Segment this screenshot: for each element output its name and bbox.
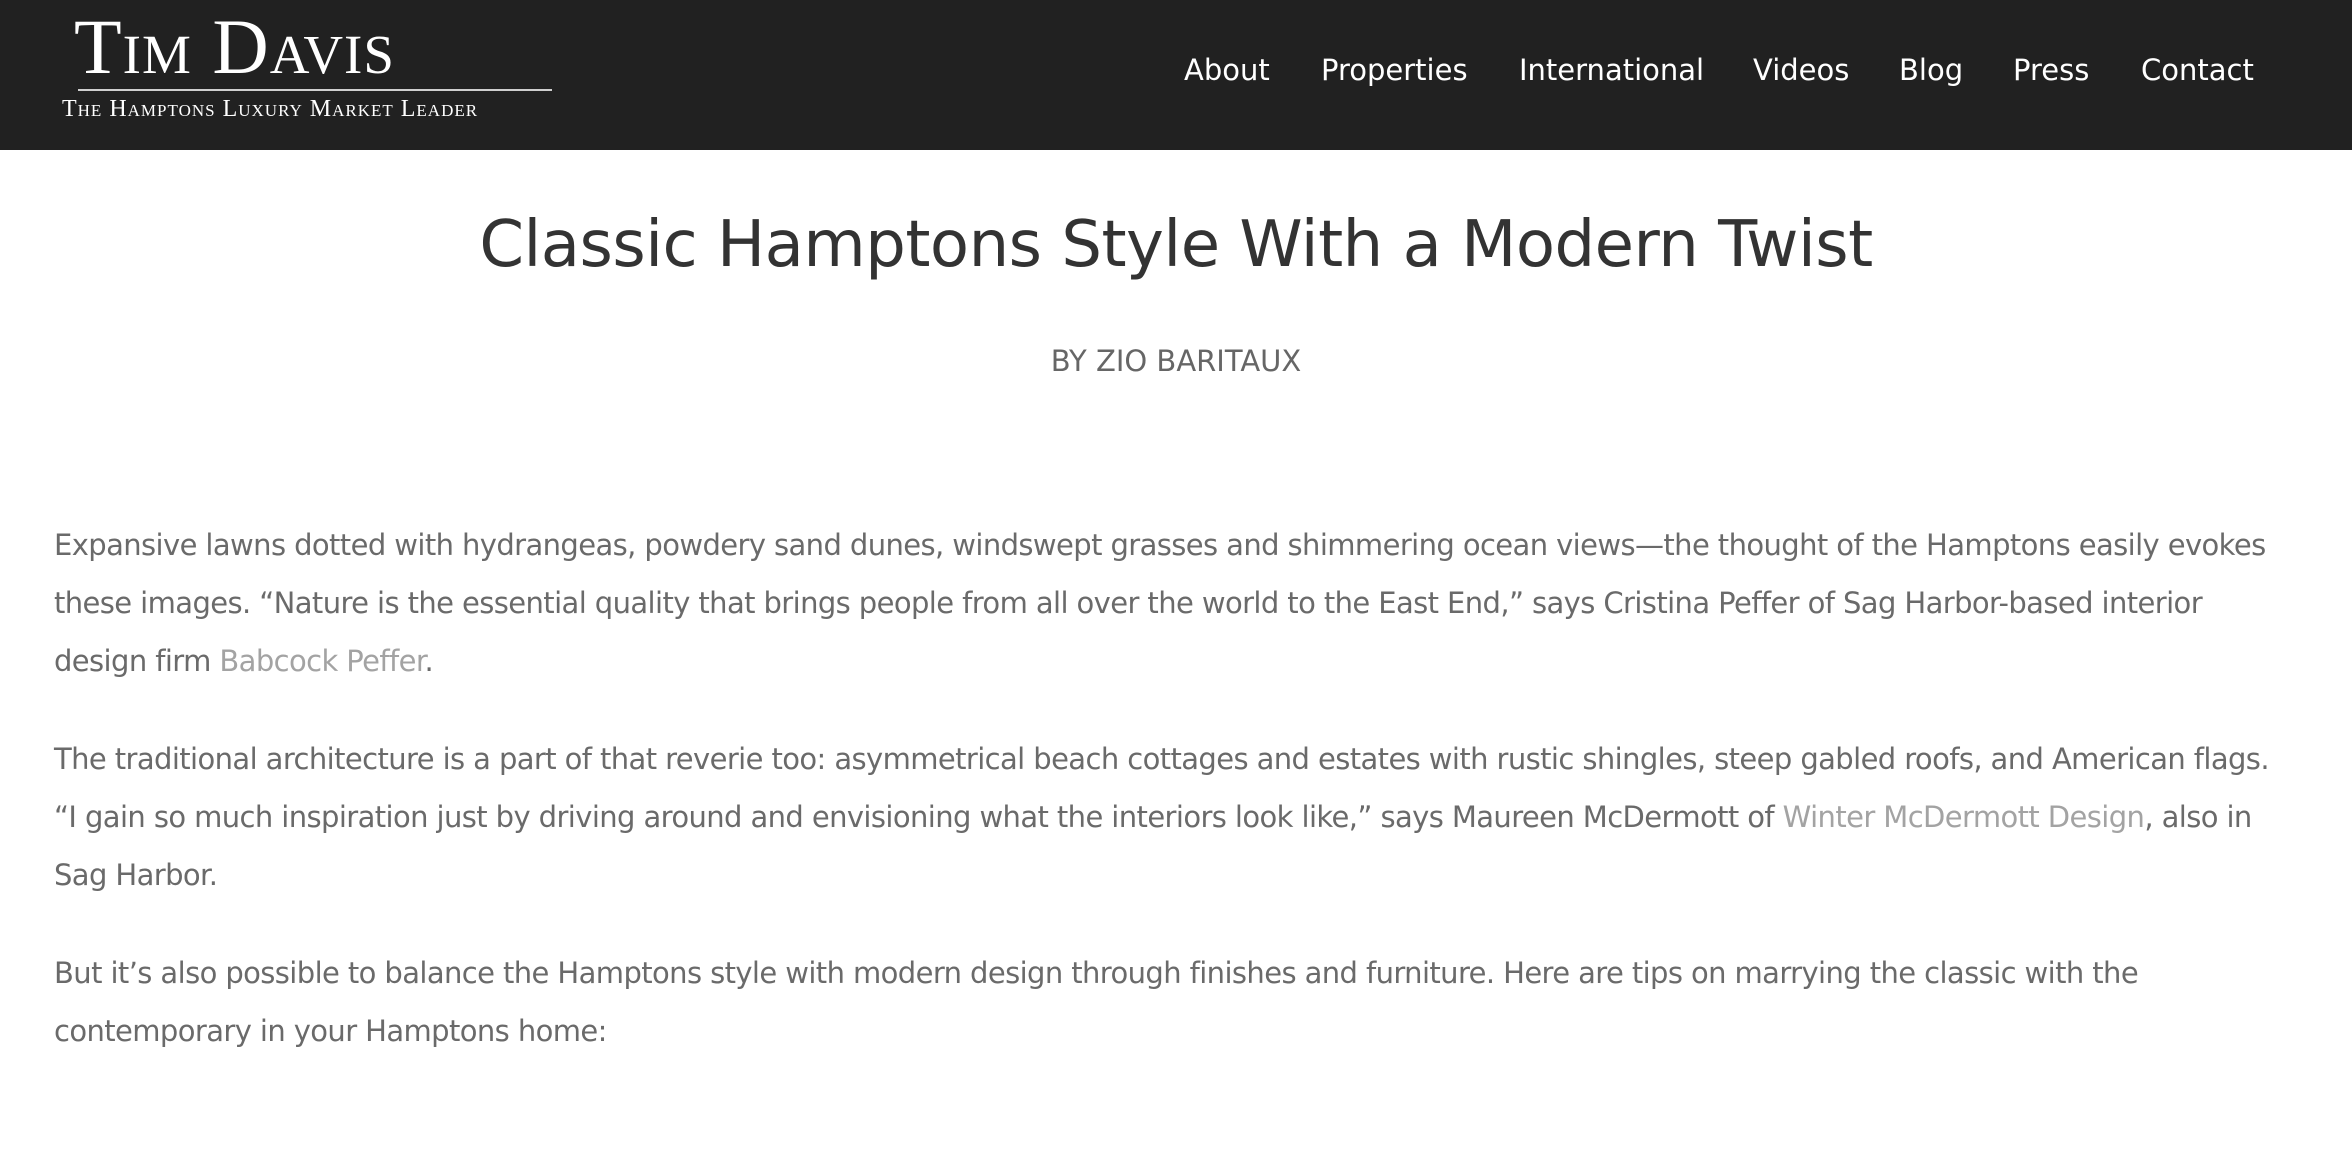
nav-properties[interactable]: Properties [1321, 48, 1468, 92]
logo-name: Tim Davis [74, 3, 395, 90]
logo-divider [78, 89, 552, 91]
article-byline: BY ZIO BARITAUX [1050, 344, 1302, 378]
nav-about[interactable]: About [1184, 48, 1270, 92]
paragraph-1: Expansive lawns dotted with hydrangeas, … [54, 516, 2294, 690]
nav-blog[interactable]: Blog [1899, 48, 1963, 92]
paragraph-3: But it’s also possible to balance the Ha… [54, 956, 2139, 1048]
nav-contact[interactable]: Contact [2141, 48, 2254, 92]
paragraph-2: The traditional architecture is a part o… [54, 730, 2294, 904]
article-body: Expansive lawns dotted with hydrangeas, … [54, 516, 2294, 1100]
nav-press[interactable]: Press [2013, 48, 2089, 92]
link-winter-mcdermott-design[interactable]: Winter McDermott Design [1783, 800, 2145, 834]
article-title: Classic Hamptons Style With a Modern Twi… [479, 208, 1873, 282]
link-babcock-peffer[interactable]: Babcock Peffer [219, 644, 425, 678]
nav-international[interactable]: International [1519, 48, 1704, 92]
nav-videos[interactable]: Videos [1753, 48, 1849, 92]
paragraph-1-end: . [424, 644, 434, 678]
site-logo[interactable]: Tim Davis The Hamptons Luxury Market Lea… [60, 0, 560, 150]
site-header: Tim Davis The Hamptons Luxury Market Lea… [0, 0, 2352, 150]
logo-tagline: The Hamptons Luxury Market Leader [62, 96, 479, 122]
